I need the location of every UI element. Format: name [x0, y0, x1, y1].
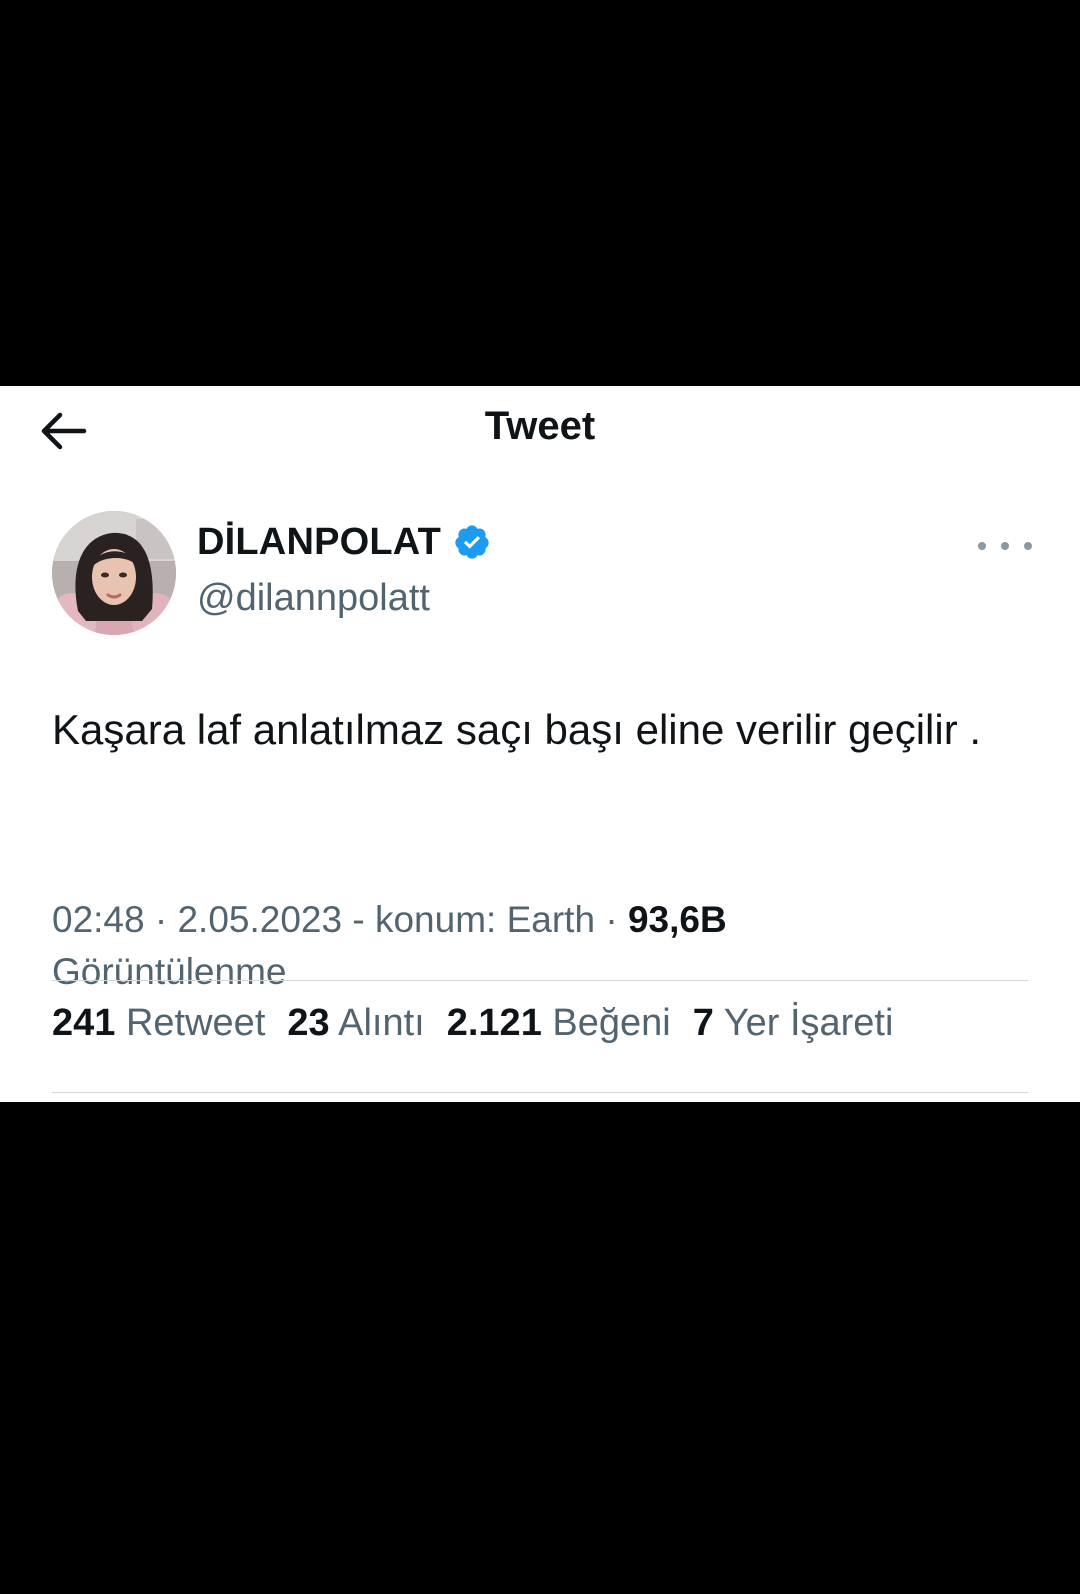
separator: · — [144, 899, 178, 940]
engagement-stats: 241 Retweet 23 Alıntı 2.121 Beğeni 7 Yer… — [52, 998, 915, 1048]
dot-icon — [1024, 542, 1032, 550]
separator: · — [595, 899, 628, 940]
author-handle[interactable]: @dilannpolatt — [197, 572, 430, 624]
avatar[interactable] — [52, 511, 176, 635]
dot-icon — [978, 542, 986, 550]
tweet-date[interactable]: 2.05.2023 — [177, 899, 342, 940]
separator: - — [342, 899, 375, 940]
quotes-stat[interactable]: 23 Alıntı — [287, 998, 424, 1048]
tweet-text: Kaşara laf anlatılmaz saçı başı eline ve… — [52, 706, 982, 753]
tweet-metadata: 02:48 · 2.05.2023 - konum: Earth · 93,6B… — [52, 894, 1012, 998]
tweet-time[interactable]: 02:48 — [52, 899, 145, 940]
views-count[interactable]: 93,6B — [628, 899, 727, 940]
likes-stat[interactable]: 2.121 Beğeni — [447, 998, 671, 1048]
bookmarks-stat[interactable]: 7 Yer İşareti — [693, 998, 894, 1048]
dot-icon — [1001, 542, 1009, 550]
divider — [52, 1092, 1028, 1093]
more-options-button[interactable] — [978, 534, 1032, 558]
tweet-detail-panel: Tweet DİLANPOLAT @dilannpolatt Kaşara la… — [0, 386, 1080, 1102]
divider — [52, 980, 1028, 981]
views-label[interactable]: Görüntülenme — [52, 951, 286, 992]
author-display-name[interactable]: DİLANPOLAT — [197, 514, 441, 570]
verified-badge-icon — [455, 525, 489, 559]
author-name-row[interactable]: DİLANPOLAT — [197, 514, 491, 570]
retweets-stat[interactable]: 241 Retweet — [52, 998, 265, 1048]
tweet-location: konum: Earth — [374, 899, 596, 940]
page-title: Tweet — [484, 404, 596, 448]
